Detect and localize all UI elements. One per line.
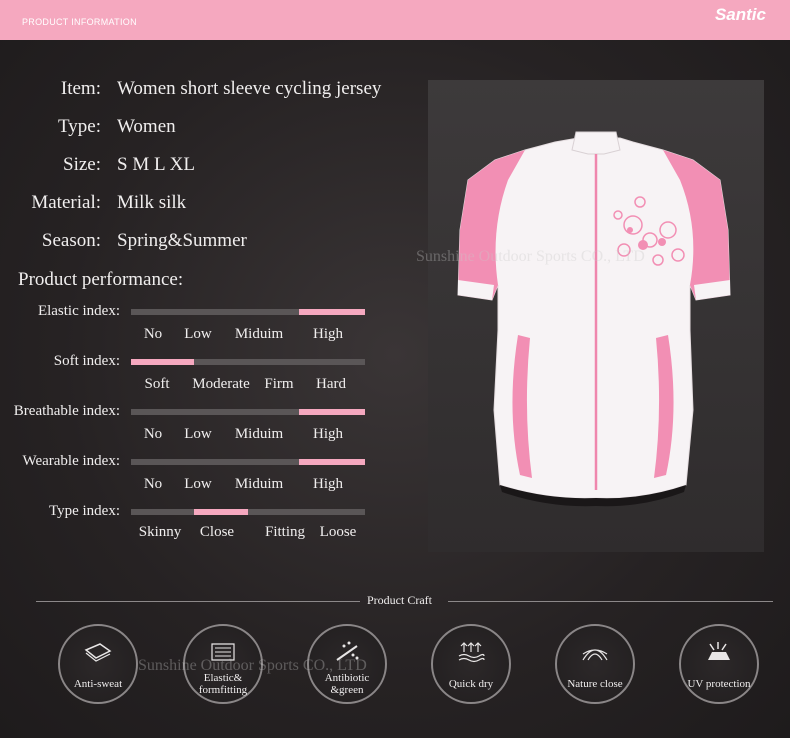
craft-nature-close: Nature close: [555, 624, 635, 704]
index-option: No: [143, 476, 163, 492]
index-bar-fill: [131, 359, 195, 365]
index-label: Elastic index:: [37, 303, 120, 319]
craft-label: Nature close: [567, 678, 623, 690]
index-option: High: [313, 426, 343, 442]
index-option: Firm: [264, 376, 294, 392]
fabric-icon: [84, 643, 112, 662]
index-option: Miduim: [234, 326, 284, 342]
uv-icon: [708, 642, 730, 660]
index-bar-fill: [194, 509, 248, 515]
spec-value: Milk silk: [117, 192, 187, 213]
index-option: High: [313, 476, 343, 492]
craft-divider-right: [448, 601, 773, 602]
craft-label: Anti-sweat: [73, 678, 123, 690]
craft-label: Quick dry: [448, 678, 494, 690]
craft-label: Antibiotic &green: [324, 672, 370, 696]
index-option: Miduim: [234, 426, 284, 442]
section-label: PRODUCT INFORMATION: [22, 17, 137, 27]
mesh-icon: [582, 649, 608, 661]
spec-key: Item:: [60, 78, 101, 99]
index-option: High: [313, 326, 343, 342]
spec-row-material: Material: Milk silk: [0, 192, 186, 216]
index-option: Fitting: [264, 524, 306, 540]
index-option: Skinny: [138, 524, 182, 540]
spec-value: Women: [117, 116, 176, 137]
index-option: Miduim: [234, 476, 284, 492]
spec-value: S M L XL: [117, 154, 195, 175]
header-bar: PRODUCT INFORMATION Santic: [0, 0, 790, 40]
spec-row-type: Type: Women: [0, 116, 176, 140]
spec-row-season: Season: Spring&Summer: [0, 230, 247, 254]
performance-title: Product performance:: [18, 269, 184, 290]
index-option: Moderate: [192, 376, 250, 392]
index-option: Low: [184, 426, 212, 442]
index-option: Close: [199, 524, 235, 540]
index-bar: [131, 509, 365, 515]
index-bar: [131, 459, 365, 465]
index-option: Hard: [316, 376, 346, 392]
index-option: Low: [184, 476, 212, 492]
craft-anti-sweat: Anti-sweat: [58, 624, 138, 704]
index-bar-fill: [299, 309, 365, 315]
craft-title: Product Craft: [367, 593, 432, 607]
evaporation-icon: [458, 642, 485, 663]
craft-uv-protection: UV protection: [679, 624, 759, 704]
index-label: Type index:: [48, 503, 120, 519]
spec-row-size: Size: S M L XL: [0, 154, 195, 178]
spec-value: Spring&Summer: [117, 230, 247, 251]
spec-key: Type:: [58, 116, 101, 137]
index-bar-fill: [299, 459, 365, 465]
index-label: Wearable index:: [22, 453, 121, 469]
photo-watermark: Sunshine Outdoor Sports CO., LTD: [416, 248, 645, 265]
craft-quick-dry: Quick dry: [431, 624, 511, 704]
index-option: Loose: [319, 524, 357, 540]
index-option: Soft: [144, 376, 170, 392]
spec-key: Season:: [41, 230, 101, 251]
index-option: Low: [184, 326, 212, 342]
jersey-image: [457, 131, 731, 507]
craft-label: Elastic& formfitting: [198, 672, 248, 696]
craft-divider-left: [36, 601, 360, 602]
product-photo: Sunshine Outdoor Sports CO., LTD: [416, 80, 764, 552]
index-option: No: [143, 326, 163, 342]
index-bar: [131, 309, 365, 315]
brand-logo: Santic: [714, 5, 766, 24]
craft-watermark: Sunshine Outdoor Sports CO., LTD: [138, 657, 367, 674]
index-option: No: [143, 426, 163, 442]
index-bar: [131, 409, 365, 415]
spec-key: Size:: [63, 154, 101, 175]
index-label: Soft index:: [53, 353, 120, 369]
spec-value: Women short sleeve cycling jersey: [117, 78, 382, 99]
index-bar: [131, 359, 365, 365]
spec-key: Material:: [31, 192, 101, 213]
index-label: Breathable index:: [13, 403, 120, 419]
craft-label: UV protection: [687, 678, 751, 690]
index-bar-fill: [299, 409, 365, 415]
spec-row-item: Item: Women short sleeve cycling jersey: [0, 78, 382, 102]
